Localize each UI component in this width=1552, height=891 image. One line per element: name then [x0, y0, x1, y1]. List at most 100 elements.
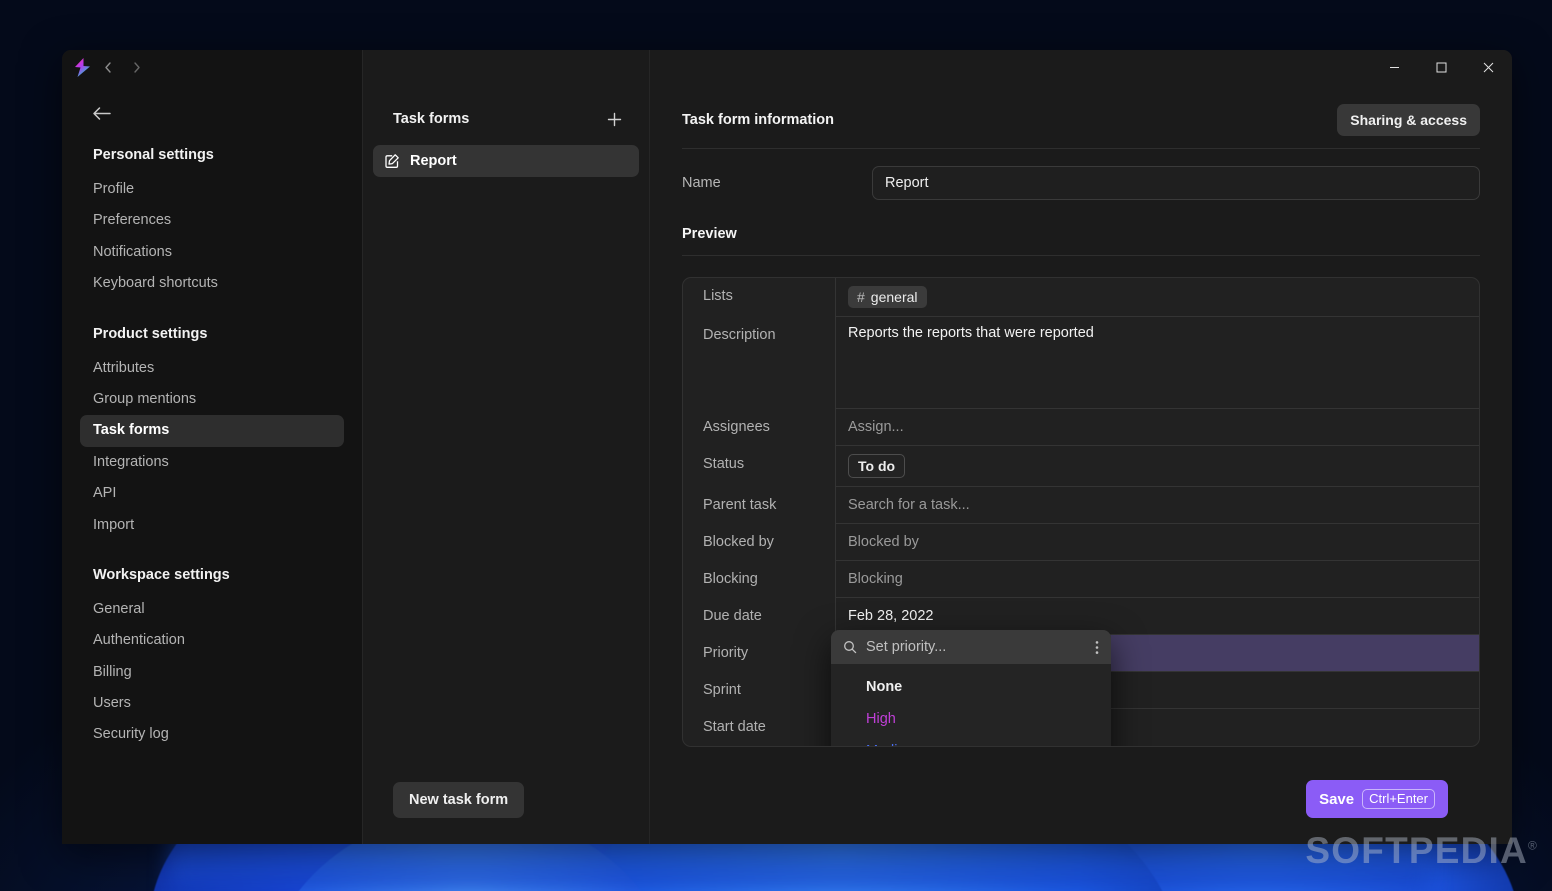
priority-search-input[interactable]: [866, 639, 1086, 655]
settings-back-row: [62, 84, 362, 121]
add-task-form-button[interactable]: [603, 108, 625, 130]
sidebar-item-security-log[interactable]: Security log: [80, 719, 344, 750]
sidebar-section-gap: [80, 300, 344, 326]
task-forms-header: Task forms: [363, 50, 649, 130]
sidebar-item-authentication[interactable]: Authentication: [80, 625, 344, 656]
preview-row-label-blocking: Blocking: [703, 571, 758, 587]
back-arrow-icon[interactable]: [92, 106, 111, 121]
window-close-button[interactable]: [1465, 50, 1512, 84]
task-form-preview-card: Lists # general Description Reports the repo…: [682, 277, 1480, 747]
form-edit-icon: [385, 154, 399, 168]
sidebar-item-api[interactable]: API: [80, 478, 344, 509]
preview-row-value-blocking[interactable]: Blocking: [835, 561, 1479, 598]
sidebar-item-task-forms[interactable]: Task forms: [80, 415, 344, 447]
sidebar-item-notifications[interactable]: Notifications: [80, 237, 344, 268]
window-controls: [650, 50, 1512, 84]
preview-row-value-status[interactable]: To do: [835, 446, 1479, 487]
kebab-menu-icon[interactable]: [1095, 640, 1099, 655]
priority-search-row: [831, 630, 1111, 664]
sidebar-item-import[interactable]: Import: [80, 510, 344, 541]
sidebar-section-heading: Product settings: [93, 325, 208, 342]
watermark-text: SOFTPEDIA: [1305, 830, 1528, 871]
preview-row-value-assignees[interactable]: Assign...: [835, 409, 1479, 446]
nav-forward-button[interactable]: [125, 56, 147, 78]
task-form-detail-panel: Task form information Sharing & access N…: [650, 50, 1512, 844]
task-forms-footer: New task form: [363, 782, 649, 844]
plus-icon: [607, 112, 621, 126]
page-title: Task form information: [682, 112, 834, 128]
preview-row: Status To do: [683, 446, 1479, 487]
priority-option-high[interactable]: High: [831, 703, 1111, 735]
softpedia-watermark: SOFTPEDIA®: [1305, 832, 1538, 869]
app-logo-icon: [75, 57, 90, 77]
application-window: Personal settings Profile Preferences Notif…: [62, 50, 1512, 844]
task-form-information-header: Task form information Sharing & access: [682, 104, 1480, 149]
preview-row-value-parent-task[interactable]: Search for a task...: [835, 487, 1479, 524]
status-badge[interactable]: To do: [848, 454, 906, 478]
window-maximize-button[interactable]: [1418, 50, 1465, 84]
priority-option-none[interactable]: None: [831, 671, 1111, 703]
preview-row: Blocked by Blocked by: [683, 524, 1479, 561]
task-form-item-report[interactable]: Report: [373, 145, 639, 177]
preview-row-label-description: Description: [703, 327, 776, 343]
list-tag-label: general: [870, 289, 918, 305]
sidebar-item-general[interactable]: General: [80, 594, 344, 625]
chevron-left-icon: [104, 61, 111, 73]
preview-row-value-blocked-by[interactable]: Blocked by: [835, 524, 1479, 561]
sidebar-item-integrations[interactable]: Integrations: [80, 447, 344, 478]
sharing-access-button[interactable]: Sharing & access: [1337, 104, 1480, 136]
preview-row: Description Reports the reports that were…: [683, 317, 1479, 409]
preview-row: Lists # general: [683, 278, 1479, 317]
sidebar-item-attributes[interactable]: Attributes: [80, 353, 344, 384]
task-form-item-label: Report: [410, 153, 457, 169]
priority-dropdown: NoneHighMediumLow: [831, 630, 1111, 746]
sidebar-item-preferences[interactable]: Preferences: [80, 205, 344, 236]
save-shortcut-badge: Ctrl+Enter: [1362, 789, 1435, 809]
sidebar-section-heading: Workspace settings: [93, 566, 230, 583]
watermark-mark: ®: [1527, 838, 1538, 853]
placeholder-text: Blocked by: [848, 534, 919, 550]
sidebar-item-keyboard-shortcuts[interactable]: Keyboard shortcuts: [80, 268, 344, 299]
sidebar-section-heading: Personal settings: [93, 147, 214, 163]
list-tag-chip[interactable]: # general: [848, 286, 927, 308]
task-forms-list: Report: [363, 130, 649, 177]
placeholder-text: Search for a task...: [848, 497, 970, 513]
save-button[interactable]: Save Ctrl+Enter: [1306, 780, 1448, 818]
sidebar-item-billing[interactable]: Billing: [80, 657, 344, 688]
name-field-row: Name: [682, 166, 1480, 200]
preview-row-label-assignees: Assignees: [703, 419, 770, 435]
name-input[interactable]: [872, 166, 1480, 200]
sidebar-item-users[interactable]: Users: [80, 688, 344, 719]
hash-icon: #: [857, 289, 865, 305]
search-icon: [843, 640, 857, 654]
preview-title: Preview: [682, 226, 1480, 256]
maximize-icon: [1436, 62, 1447, 72]
sidebar-item-group-mentions[interactable]: Group mentions: [80, 384, 344, 415]
placeholder-text: Blocking: [848, 571, 903, 587]
preview-row-value-lists[interactable]: # general: [835, 278, 1479, 317]
preview-row-label-priority: Priority: [703, 645, 749, 661]
preview-row-label-lists: Lists: [703, 288, 733, 304]
nav-back-button[interactable]: [97, 56, 119, 78]
value-text: Reports the reports that were reported: [848, 325, 1094, 341]
settings-sidebar: Personal settings Profile Preferences Notif…: [62, 50, 362, 844]
task-forms-panel: Task forms Report New task form: [362, 50, 650, 844]
new-task-form-button[interactable]: New task form: [393, 782, 525, 818]
sidebar-sections: Personal settings Profile Preferences Notif…: [62, 121, 362, 751]
window-minimize-button[interactable]: [1371, 50, 1418, 84]
preview-row-value-description[interactable]: Reports the reports that were reported: [835, 317, 1479, 409]
preview-row: Blocking Blocking: [683, 561, 1479, 598]
desktop-background: Personal settings Profile Preferences Notif…: [0, 0, 1552, 891]
preview-row-label-sprint: Sprint: [703, 682, 741, 698]
preview-row-label-start-date: Start date: [703, 719, 766, 735]
name-label: Name: [682, 175, 721, 191]
placeholder-text: Assign...: [848, 419, 904, 435]
sidebar-section-gap: [80, 541, 344, 567]
preview-row: Parent task Search for a task...: [683, 487, 1479, 524]
preview-row: Assignees Assign...: [683, 409, 1479, 446]
save-button-label: Save: [1319, 790, 1355, 808]
sidebar-titlebar: [62, 50, 362, 84]
priority-option-medium[interactable]: Medium: [831, 735, 1111, 746]
sidebar-item-profile[interactable]: Profile: [80, 174, 344, 205]
chevron-right-icon: [133, 61, 140, 73]
